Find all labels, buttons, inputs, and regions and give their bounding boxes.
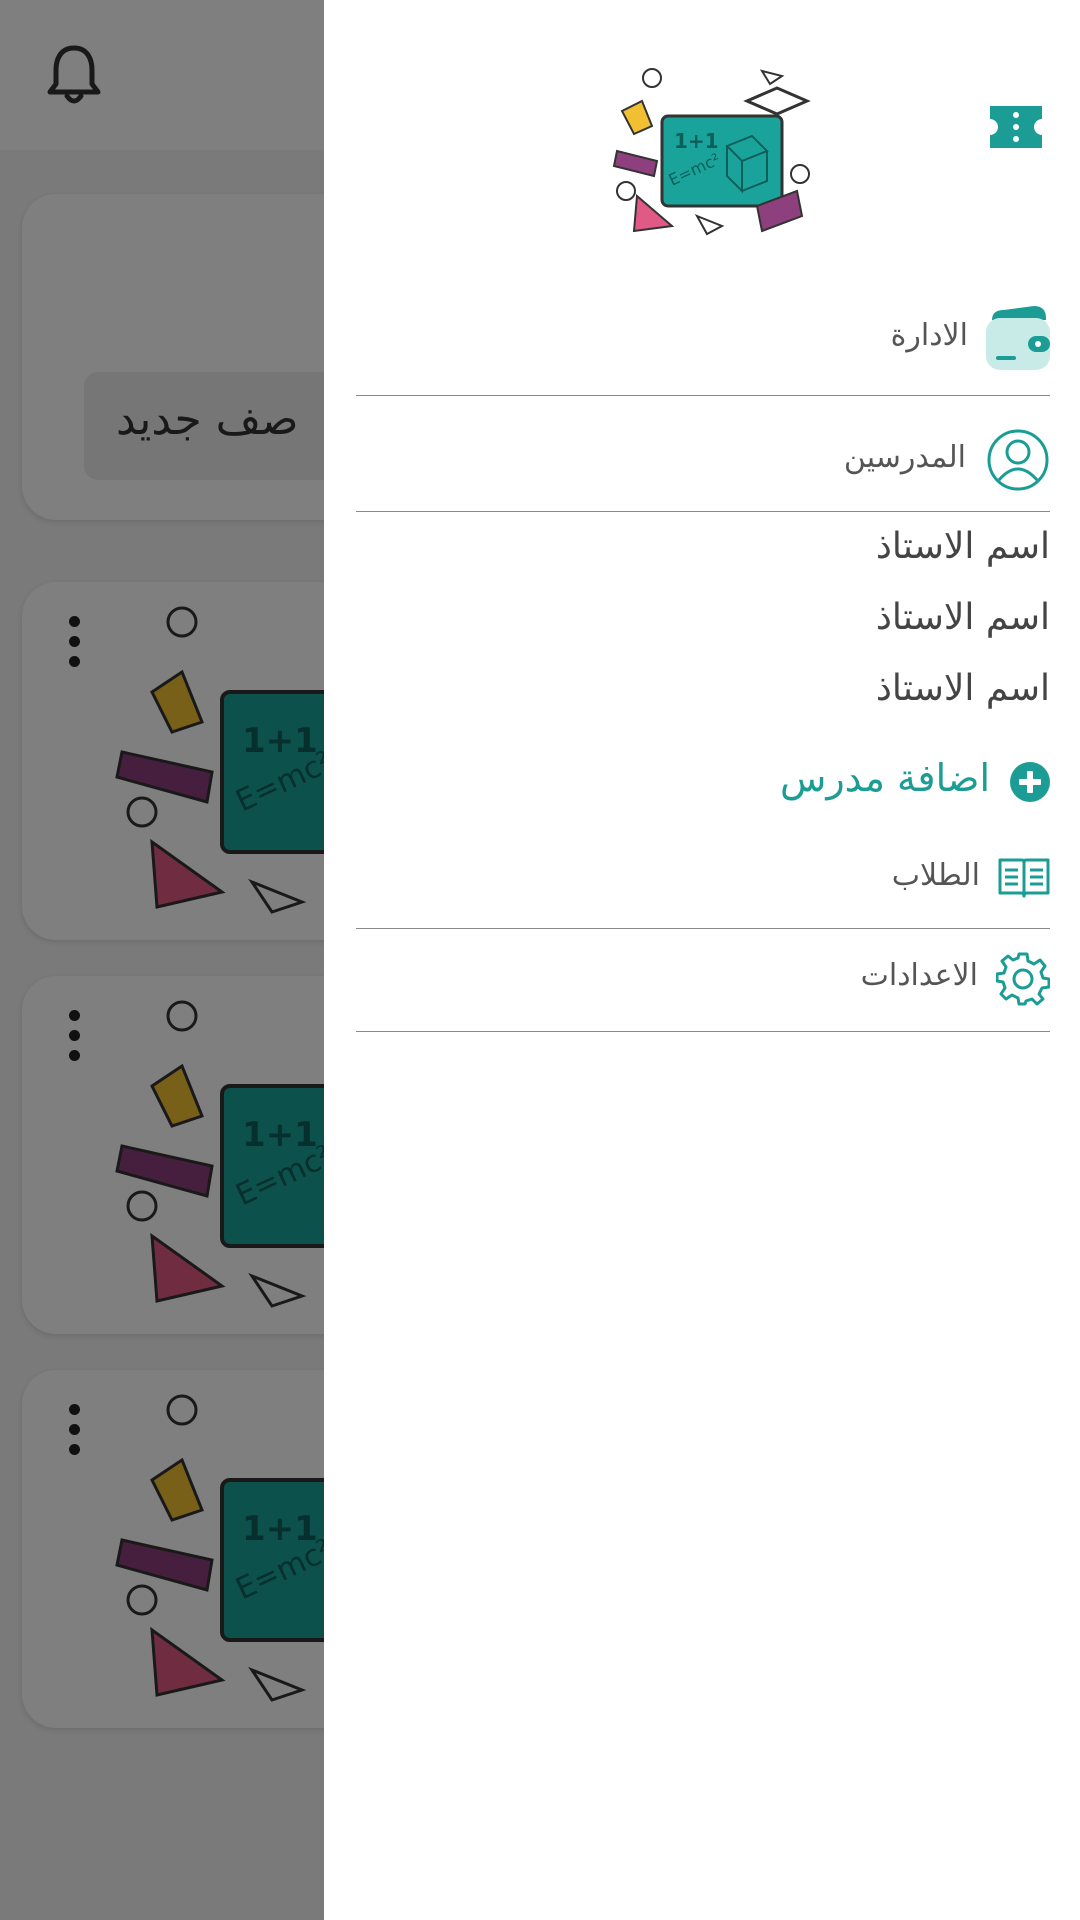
app-logo: 1+1 E=mc² <box>612 68 811 236</box>
svg-text:1+1: 1+1 <box>674 129 719 153</box>
divider <box>356 511 1050 512</box>
divider <box>356 395 1050 396</box>
menu-label-teachers: المدرسين <box>843 440 966 475</box>
add-teacher-label: اضافة مدرس <box>779 756 990 800</box>
menu-item-administration[interactable]: الادارة <box>356 304 1050 376</box>
teacher-name: اسم الاستاذ <box>875 668 1050 709</box>
divider <box>356 928 1050 929</box>
teacher-name: اسم الاستاذ <box>875 597 1050 638</box>
teacher-list-item[interactable]: اسم الاستاذ <box>356 591 1050 651</box>
open-book-icon <box>998 858 1050 898</box>
add-teacher-button[interactable]: اضافة مدرس <box>356 752 1050 812</box>
menu-label-settings: الاعدادات <box>860 958 978 993</box>
gear-icon <box>996 952 1050 1006</box>
menu-item-students[interactable]: الطلاب <box>356 852 1050 902</box>
user-circle-icon <box>987 429 1049 491</box>
divider <box>356 1031 1050 1032</box>
close-drawer-icon[interactable] <box>990 106 1042 148</box>
menu-item-teachers[interactable]: المدرسين <box>356 428 1050 492</box>
navigation-drawer: 1+1 E=mc² الادارة المدرسين اسم الاستاذ ا… <box>324 0 1080 1920</box>
teacher-name: اسم الاستاذ <box>875 526 1050 567</box>
menu-label-administration: الادارة <box>890 318 968 353</box>
wallet-icon <box>986 306 1050 370</box>
plus-circle-icon <box>1010 762 1050 802</box>
menu-label-students: الطلاب <box>891 858 980 893</box>
teacher-list-item[interactable]: اسم الاستاذ <box>356 662 1050 722</box>
teacher-list-item[interactable]: اسم الاستاذ <box>356 520 1050 580</box>
menu-item-settings[interactable]: الاعدادات <box>356 950 1050 1006</box>
